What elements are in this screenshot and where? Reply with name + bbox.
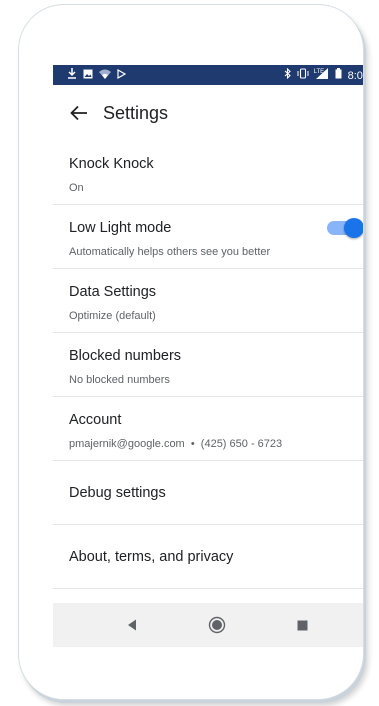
- signal-icon: LTE: [313, 68, 329, 83]
- bluetooth-icon: [284, 67, 291, 83]
- recents-square-icon[interactable]: [290, 613, 314, 637]
- setting-title: Data Settings: [69, 284, 157, 300]
- phone-frame: LTE 8:02 Settings Knock Knock On: [18, 4, 364, 700]
- setting-subtitle: pmajernik@google.com • (425) 650 - 6723: [69, 438, 283, 450]
- page: LTE 8:02 Settings Knock Knock On: [0, 0, 379, 706]
- page-title: Settings: [103, 102, 169, 123]
- setting-title: About, terms, and privacy: [69, 548, 234, 565]
- status-bar: LTE 8:02: [53, 65, 363, 85]
- setting-subtitle: Automatically helps others see you bette…: [69, 246, 271, 258]
- status-right-icons: LTE 8:02: [284, 67, 363, 83]
- play-icon: [117, 68, 127, 83]
- download-icon: [67, 68, 77, 83]
- setting-subtitle: Optimize (default): [69, 310, 156, 322]
- setting-title: Blocked numbers: [69, 348, 182, 364]
- setting-debug-settings[interactable]: Debug settings: [53, 461, 363, 525]
- home-circle-icon[interactable]: [205, 613, 229, 637]
- setting-title: Debug settings: [69, 484, 166, 501]
- setting-title: Account: [69, 412, 122, 428]
- setting-title: Low Light mode: [69, 220, 172, 236]
- setting-about-terms-privacy[interactable]: About, terms, and privacy: [53, 525, 363, 589]
- setting-subtitle: On: [69, 182, 84, 194]
- low-light-toggle[interactable]: [327, 218, 363, 238]
- image-icon: [83, 69, 93, 83]
- wifi-icon: [99, 69, 111, 83]
- setting-low-light-mode[interactable]: Low Light mode Automatically helps other…: [53, 205, 363, 269]
- setting-knock-knock[interactable]: Knock Knock On: [53, 141, 363, 205]
- settings-list: Knock Knock On Low Light mode Automatica…: [53, 141, 363, 589]
- status-time: 8:02: [347, 69, 363, 82]
- setting-title: Knock Knock: [69, 156, 154, 172]
- status-left-icons: [67, 68, 127, 83]
- navigation-bar: [53, 603, 363, 647]
- back-arrow-icon[interactable]: [67, 101, 91, 125]
- vibrate-icon: [297, 68, 309, 83]
- battery-icon: [335, 68, 342, 83]
- back-triangle-icon[interactable]: [120, 613, 144, 637]
- setting-subtitle: No blocked numbers: [69, 374, 170, 386]
- app-bar: Settings: [53, 85, 363, 141]
- toggle-knob: [344, 218, 363, 238]
- setting-data-settings[interactable]: Data Settings Optimize (default): [53, 269, 363, 333]
- phone-screen: LTE 8:02 Settings Knock Knock On: [53, 65, 363, 647]
- setting-blocked-numbers[interactable]: Blocked numbers No blocked numbers: [53, 333, 363, 397]
- lte-label: LTE: [313, 69, 325, 75]
- setting-account[interactable]: Account pmajernik@google.com • (425) 650…: [53, 397, 363, 461]
